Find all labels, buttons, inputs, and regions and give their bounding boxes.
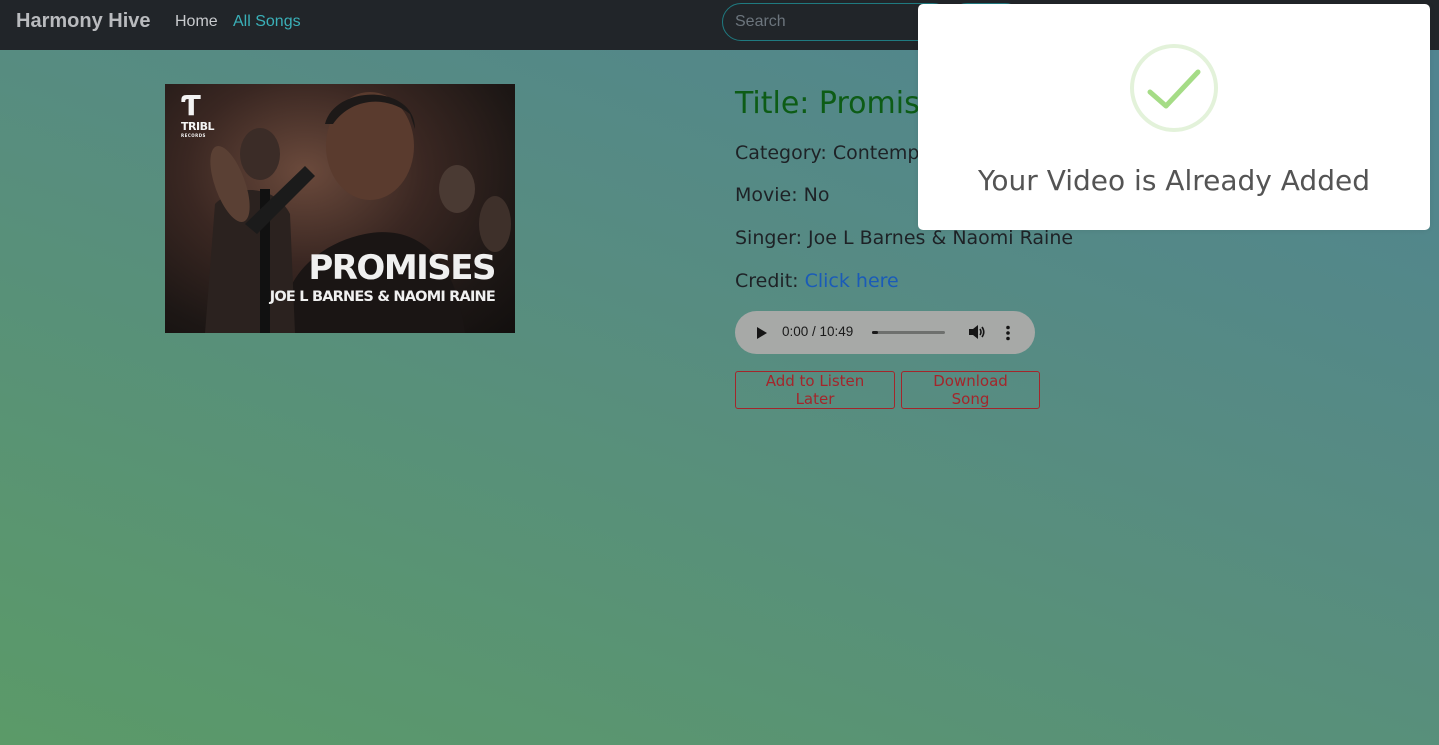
volume-icon[interactable]	[968, 324, 986, 340]
success-check-icon	[1130, 44, 1218, 132]
song-thumbnail: Ƭ TRIBL RECORDS PROMISES JOE L BARNES & …	[165, 84, 515, 333]
song-credit: Credit: Click here	[735, 270, 899, 292]
audio-player[interactable]: 0:00 / 10:49	[735, 311, 1035, 354]
credit-link[interactable]: Click here	[805, 270, 899, 292]
song-movie: Movie: No	[735, 184, 830, 206]
song-singer: Singer: Joe L Barnes & Naomi Raine	[735, 227, 1074, 249]
thumbnail-subtitle: JOE L BARNES & NAOMI RAINE	[269, 289, 496, 305]
add-to-listen-later-button[interactable]: Add to Listen Later	[735, 371, 895, 409]
play-icon[interactable]	[757, 327, 767, 339]
thumbnail-logo: Ƭ TRIBL RECORDS	[181, 89, 214, 139]
brand-logo[interactable]: Harmony Hive	[16, 10, 151, 33]
credit-label: Credit:	[735, 270, 805, 292]
more-options-icon[interactable]	[1005, 325, 1011, 341]
song-category: Category: Contempo	[735, 142, 932, 164]
song-title: Title: Promise	[735, 86, 939, 121]
audio-time: 0:00 / 10:49	[782, 324, 854, 339]
thumbnail-title: PROMISES	[308, 248, 496, 288]
nav-link-home[interactable]: Home	[175, 13, 218, 31]
download-song-button[interactable]: Download Song	[901, 371, 1040, 409]
alert-modal: Your Video is Already Added	[918, 4, 1430, 230]
modal-title: Your Video is Already Added	[978, 164, 1370, 197]
seek-progress	[872, 331, 878, 334]
seek-bar[interactable]	[872, 331, 945, 334]
nav-link-all-songs[interactable]: All Songs	[233, 13, 301, 31]
